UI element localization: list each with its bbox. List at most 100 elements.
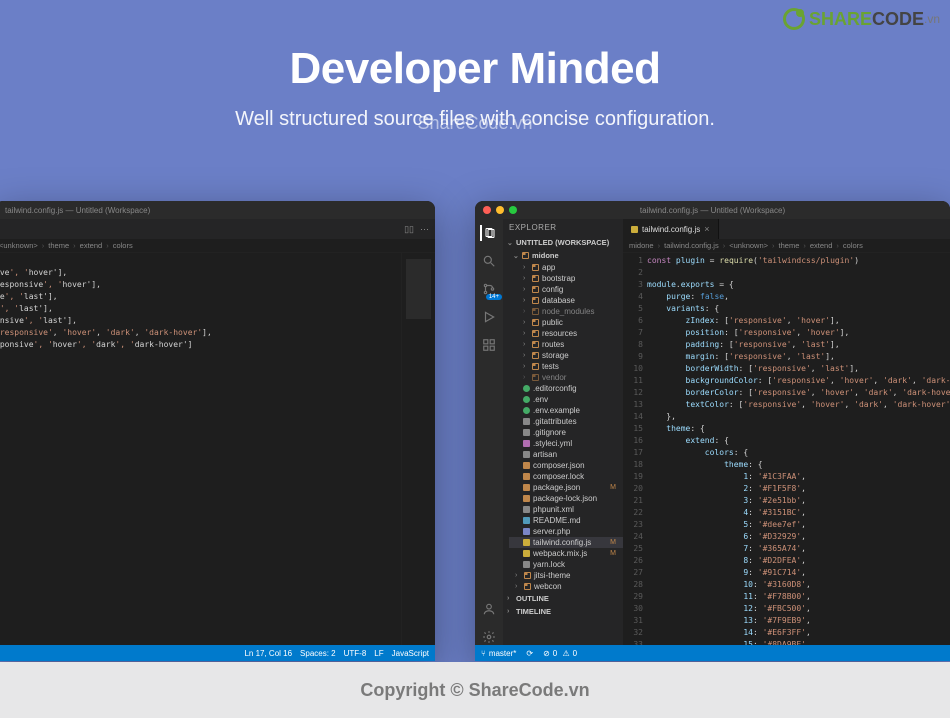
sync-icon[interactable]: ⟳ [526, 649, 533, 658]
close-dot[interactable] [483, 206, 491, 214]
debug-icon[interactable] [481, 309, 497, 325]
breadcrumb-segment[interactable]: <unknown> [729, 241, 768, 250]
brand-text-1: SHARE [809, 9, 872, 30]
file-phpunit-xml[interactable]: phpunit.xml [509, 504, 623, 515]
breadcrumb-segment[interactable]: extend [80, 241, 103, 250]
folder-database[interactable]: ›database [509, 295, 623, 306]
folder-icon [532, 264, 539, 271]
explorer-title: EXPLORER [503, 219, 623, 236]
file-icon [523, 429, 530, 436]
code-editor[interactable]: const plugin = require('tailwindcss/plug… [647, 253, 950, 645]
statusbar-item[interactable]: Ln 17, Col 16 [244, 649, 292, 658]
folder-webcon[interactable]: ›webcon [509, 581, 623, 592]
file--editorconfig[interactable]: .editorconfig [509, 383, 623, 394]
file-composer-lock[interactable]: composer.lock [509, 471, 623, 482]
branch-indicator[interactable]: ⑂ master* [481, 649, 516, 658]
file-webpack-mix-js[interactable]: webpack.mix.jsM [509, 548, 623, 559]
folder-routes[interactable]: ›routes [509, 339, 623, 350]
line-gutter: 1234567891011121314151617181920212223242… [623, 253, 647, 645]
statusbar-item[interactable]: JavaScript [392, 649, 429, 658]
folder-config[interactable]: ›config [509, 284, 623, 295]
purple-icon [523, 440, 530, 447]
source-control-icon[interactable] [481, 281, 497, 297]
statusbar-item[interactable]: LF [374, 649, 383, 658]
breadcrumb[interactable]: <unknown>›theme›extend›colors [0, 239, 435, 253]
explorer-icon[interactable] [480, 225, 496, 241]
file-tailwind-config-js[interactable]: tailwind.config.jsM [509, 537, 623, 548]
minimap[interactable] [401, 253, 435, 645]
vscode-window-left: tailwind.config.js — Untitled (Workspace… [0, 201, 435, 661]
editor-tabs: tailwind.config.js × [623, 219, 950, 239]
file-package-json[interactable]: package.jsonM [509, 482, 623, 493]
folder-jitsi-theme[interactable]: ›jitsi-theme [509, 570, 623, 581]
breadcrumb-segment[interactable]: theme [779, 241, 800, 250]
close-icon[interactable]: × [704, 224, 709, 234]
workspace-header[interactable]: ⌄UNTITLED (WORKSPACE) [503, 236, 623, 249]
file-icon [523, 506, 530, 513]
extensions-icon[interactable] [481, 337, 497, 353]
gear-icon[interactable] [481, 629, 497, 645]
statusbar: Ln 17, Col 16 Spaces: 2 UTF-8 LF JavaScript [0, 645, 435, 661]
breadcrumb-segment[interactable]: colors [843, 241, 863, 250]
account-icon[interactable] [481, 601, 497, 617]
file-yarn-lock[interactable]: yarn.lock [509, 559, 623, 570]
file--env[interactable]: .env [509, 394, 623, 405]
breadcrumb-segment[interactable]: midone [629, 241, 654, 250]
file--env-example[interactable]: .env.example [509, 405, 623, 416]
file-package-lock-json[interactable]: package-lock.json [509, 493, 623, 504]
traffic-lights[interactable] [483, 206, 517, 214]
file--styleci-yml[interactable]: .styleci.yml [509, 438, 623, 449]
file-server-php[interactable]: server.php [509, 526, 623, 537]
more-actions-icon[interactable]: ⋯ [420, 224, 429, 235]
breadcrumb-segment[interactable]: <unknown> [0, 241, 38, 250]
zoom-dot[interactable] [509, 206, 517, 214]
editor-tabs: ▯▯ ⋯ [0, 219, 435, 239]
folder-icon [532, 308, 539, 315]
file--gitattributes[interactable]: .gitattributes [509, 416, 623, 427]
activity-bar [475, 219, 503, 645]
titlebar: tailwind.config.js — Untitled (Workspace… [0, 201, 435, 219]
folder-node-modules[interactable]: ›node_modules [509, 306, 623, 317]
split-editor-icon[interactable]: ▯▯ [404, 224, 414, 235]
file-icon [523, 418, 530, 425]
js-icon [631, 226, 638, 233]
hero-title: Developer Minded [0, 44, 950, 94]
code-editor[interactable]: ive', 'hover'],responsive', 'hover'],ve'… [0, 253, 401, 645]
breadcrumb-segment[interactable]: tailwind.config.js [664, 241, 719, 250]
outline-section[interactable]: ›OUTLINE [503, 592, 623, 605]
folder-public[interactable]: ›public [509, 317, 623, 328]
folder-icon [532, 319, 539, 326]
modified-badge: M [610, 484, 619, 491]
timeline-section[interactable]: ›TIMELINE [503, 605, 623, 618]
folder-bootstrap[interactable]: ›bootstrap [509, 273, 623, 284]
folder-storage[interactable]: ›storage [509, 350, 623, 361]
search-icon[interactable] [481, 253, 497, 269]
statusbar-item[interactable]: Spaces: 2 [300, 649, 336, 658]
file-composer-json[interactable]: composer.json [509, 460, 623, 471]
explorer-sidebar: EXPLORER ⌄UNTITLED (WORKSPACE) ⌄midone ›… [503, 219, 623, 645]
root-folder[interactable]: ⌄midone [503, 249, 623, 262]
problems-indicator[interactable]: ⊘ 0 ⚠ 0 [543, 649, 577, 658]
brand-logo: SHARECODE.vn [783, 8, 940, 30]
breadcrumb-segment[interactable]: theme [48, 241, 69, 250]
statusbar-item[interactable]: UTF-8 [344, 649, 367, 658]
folder-resources[interactable]: ›resources [509, 328, 623, 339]
file-artisan[interactable]: artisan [509, 449, 623, 460]
tab-label: tailwind.config.js [642, 225, 700, 234]
window-title: tailwind.config.js — Untitled (Workspace… [5, 206, 150, 215]
breadcrumb-segment[interactable]: colors [113, 241, 133, 250]
folder-app[interactable]: ›app [509, 262, 623, 273]
file--gitignore[interactable]: .gitignore [509, 427, 623, 438]
minimize-dot[interactable] [496, 206, 504, 214]
breadcrumb[interactable]: midone›tailwind.config.js›<unknown>›them… [623, 239, 950, 253]
folder-tests[interactable]: ›tests [509, 361, 623, 372]
folder-icon [532, 363, 539, 370]
breadcrumb-segment[interactable]: extend [810, 241, 833, 250]
tab-tailwind-config[interactable]: tailwind.config.js × [623, 219, 719, 239]
file-icon [523, 451, 530, 458]
folder-icon [532, 352, 539, 359]
file-readme-md[interactable]: README.md [509, 515, 623, 526]
brand-text-2: CODE [872, 9, 924, 30]
folder-vendor[interactable]: ›vendor [509, 372, 623, 383]
md-icon [523, 517, 530, 524]
